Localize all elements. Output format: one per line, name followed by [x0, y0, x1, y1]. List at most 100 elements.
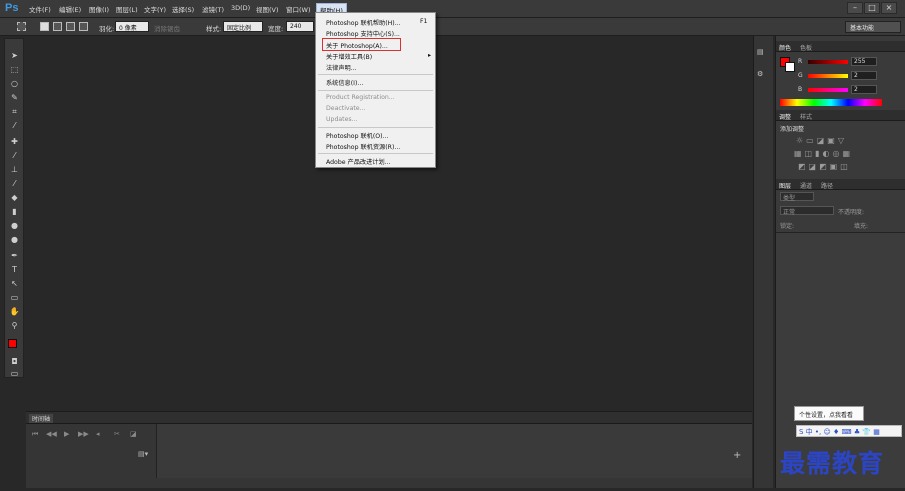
style-select[interactable]: 固定比例: [223, 21, 263, 32]
blue-slider[interactable]: [808, 88, 848, 92]
lock-label: 锁定:: [780, 223, 795, 230]
subtract-selection-icon[interactable]: [66, 22, 75, 31]
blend-mode-select[interactable]: 正常: [780, 206, 834, 216]
pen-tool-icon[interactable]: ✒: [9, 251, 20, 260]
foreground-color-swatch[interactable]: [8, 339, 17, 348]
adjustment-icons-row-2[interactable]: ▦◫▮◐◎▦: [794, 149, 853, 158]
brush-tool-icon[interactable]: ⁄: [9, 151, 20, 160]
marquee-tool-icon[interactable]: ⬚: [9, 65, 20, 74]
maximize-button[interactable]: □: [864, 2, 880, 14]
feather-input[interactable]: 0 像素: [115, 21, 149, 32]
red-slider[interactable]: [808, 60, 848, 64]
quick-mask-icon[interactable]: ◘: [9, 357, 20, 366]
shape-tool-icon[interactable]: ▭: [9, 293, 20, 302]
tab-channels[interactable]: 通道: [800, 181, 812, 190]
blue-value-field[interactable]: 2: [851, 85, 877, 94]
move-tool-icon[interactable]: ➤: [9, 51, 20, 60]
green-slider[interactable]: [808, 74, 848, 78]
menu-file[interactable]: 文件(F): [29, 4, 51, 14]
properties-panel-icon[interactable]: ⚙: [757, 70, 770, 81]
lasso-tool-icon[interactable]: ○: [9, 79, 20, 88]
eraser-tool-icon[interactable]: ◆: [9, 193, 20, 202]
blur-tool-icon[interactable]: ●: [9, 221, 20, 230]
transition-icon[interactable]: ◪: [130, 430, 137, 438]
menu-separator: [318, 90, 433, 91]
crop-tool-icon[interactable]: ⌗: [9, 107, 20, 116]
menu-type[interactable]: 文字(Y): [144, 4, 166, 14]
menu-view[interactable]: 视图(V): [256, 4, 279, 14]
green-value-field[interactable]: 2: [851, 71, 877, 80]
clone-stamp-tool-icon[interactable]: ⊥: [9, 165, 20, 174]
menu-layer[interactable]: 图层(L): [116, 4, 138, 14]
menu-item-support-center[interactable]: Photoshop 支持中心(S)...: [326, 29, 400, 38]
tab-adjustments[interactable]: 调整: [779, 112, 791, 121]
first-frame-icon[interactable]: ⏮: [32, 430, 38, 439]
screen-mode-icon[interactable]: ▭: [9, 369, 20, 378]
menu-item-online-resources[interactable]: Photoshop 联机资源(R)...: [326, 142, 400, 151]
timeline-track[interactable]: [156, 424, 752, 478]
path-select-tool-icon[interactable]: ↖: [9, 279, 20, 288]
eyedropper-tool-icon[interactable]: ⁄: [9, 121, 20, 130]
tab-layers[interactable]: 图层: [779, 181, 791, 190]
tab-styles[interactable]: 样式: [800, 112, 812, 121]
add-selection-icon[interactable]: [53, 22, 62, 31]
timeline-tab[interactable]: 时间轴: [29, 414, 54, 423]
gradient-tool-icon[interactable]: ▮: [9, 207, 20, 216]
split-icon[interactable]: ✂: [114, 430, 120, 438]
minimize-button[interactable]: –: [847, 2, 863, 14]
adjustment-icons-row-1[interactable]: ☼▭◪▣▽: [796, 136, 847, 145]
menu-filter[interactable]: 滤镜(T): [202, 4, 224, 14]
layer-kind-filter[interactable]: 类型: [780, 192, 814, 202]
healing-brush-tool-icon[interactable]: ✚: [9, 137, 20, 146]
red-value-field[interactable]: 255: [851, 57, 877, 66]
menu-separator: [318, 153, 433, 154]
menu-image[interactable]: 图像(I): [89, 4, 109, 14]
menu-select[interactable]: 选择(S): [172, 4, 194, 14]
close-button[interactable]: ×: [881, 2, 897, 14]
tab-color[interactable]: 颜色: [779, 43, 791, 52]
type-tool-icon[interactable]: T: [9, 265, 20, 274]
menu-item-legal-notices[interactable]: 法律声明...: [326, 63, 357, 72]
menu-item-photoshop-online[interactable]: Photoshop 联机(O)...: [326, 131, 388, 140]
add-media-icon[interactable]: +: [733, 450, 741, 461]
adjustment-icons-row-3[interactable]: ◩◪◩▣◫: [798, 162, 851, 171]
previous-frame-icon[interactable]: ◀◀: [46, 430, 57, 438]
zoom-tool-icon[interactable]: ⚲: [9, 321, 20, 330]
background-color-swatch[interactable]: [785, 62, 795, 72]
green-channel-label: G: [798, 72, 803, 79]
history-panel-icon[interactable]: ▤: [757, 48, 770, 59]
ime-toolbar[interactable]: S 中 •, ☺ ♦ ⌨ ♣ 👕 ▦: [796, 425, 902, 437]
opacity-label: 不透明度:: [838, 209, 865, 216]
menu-item-system-info[interactable]: 系统信息(I)...: [326, 78, 363, 87]
adjust-panel-tabs: 调整 样式: [776, 110, 905, 121]
menu-item-about-plugins[interactable]: 关于增效工具(B): [326, 52, 372, 61]
marquee-tool-icon[interactable]: [17, 22, 26, 31]
antialias-checkbox[interactable]: 消除锯齿: [154, 23, 180, 33]
intersect-selection-icon[interactable]: [79, 22, 88, 31]
play-icon[interactable]: ▶: [64, 430, 69, 438]
quick-select-tool-icon[interactable]: ✎: [9, 93, 20, 102]
menu-window[interactable]: 窗口(W): [286, 4, 311, 14]
menu-edit[interactable]: 编辑(E): [59, 4, 81, 14]
film-icon[interactable]: ▤▾: [138, 450, 148, 458]
color-spectrum-bar[interactable]: [780, 99, 882, 106]
menu-3d[interactable]: 3D(D): [231, 4, 250, 12]
fill-label: 填充:: [854, 223, 869, 230]
audio-icon[interactable]: ◂: [96, 430, 100, 438]
menu-separator: [318, 74, 433, 75]
tab-swatches[interactable]: 色板: [800, 43, 812, 52]
dodge-tool-icon[interactable]: ●: [9, 235, 20, 244]
highlight-box: [322, 38, 401, 51]
hand-tool-icon[interactable]: ✋: [9, 307, 20, 316]
workspace-select[interactable]: 基本功能: [845, 21, 901, 33]
color-panel-tabs: 颜色 色板: [776, 41, 905, 52]
ime-toolbar-icons[interactable]: S 中 •, ☺ ♦ ⌨ ♣ 👕 ▦: [799, 427, 880, 437]
width-input[interactable]: 240: [286, 21, 314, 32]
new-selection-icon[interactable]: [40, 22, 49, 31]
timeline-panel: 时间轴 ⏮ ◀◀ ▶ ▶▶ ◂ ✂ ◪ ▤▾ +: [26, 411, 752, 488]
next-frame-icon[interactable]: ▶▶: [78, 430, 89, 438]
history-brush-tool-icon[interactable]: ⁄: [9, 179, 20, 188]
menu-item-improvement-program[interactable]: Adobe 产品改进计划...: [326, 157, 391, 166]
tab-paths[interactable]: 路径: [821, 181, 833, 190]
menu-item-online-help[interactable]: Photoshop 联机帮助(H)...: [326, 18, 401, 27]
